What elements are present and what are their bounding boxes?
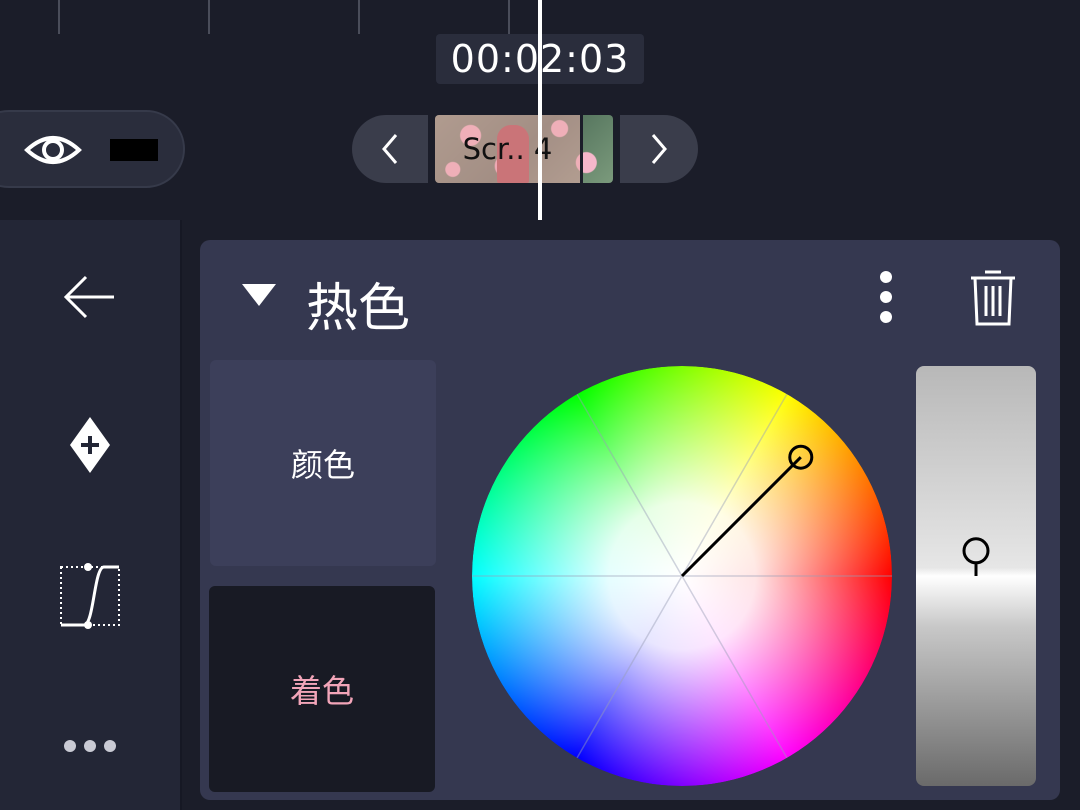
curve-icon (60, 563, 120, 629)
layer-color-swatch (110, 139, 158, 161)
back-button[interactable] (50, 257, 130, 337)
brightness-handle[interactable] (916, 366, 1036, 786)
color-wheel[interactable] (472, 366, 892, 786)
more-tools-button[interactable] (50, 706, 130, 786)
timeline-tick (58, 0, 60, 34)
brightness-slider[interactable] (916, 366, 1036, 786)
add-keyframe-icon (70, 417, 110, 473)
timeline-area[interactable]: 00:02:03 Scr.. 4 (0, 0, 1080, 220)
clip-thumbnail[interactable]: Scr.. 4 (435, 115, 613, 183)
chevron-left-icon (382, 134, 398, 164)
color-panel: 热色 颜色 着色 (200, 240, 1060, 800)
clip-label: Scr.. 4 (462, 132, 553, 166)
add-keyframe-button[interactable] (50, 405, 130, 485)
collapse-triangle-icon[interactable] (242, 284, 276, 306)
tab-tint[interactable]: 着色 (209, 586, 435, 792)
playhead[interactable] (538, 0, 542, 220)
timeline-tick (358, 0, 360, 34)
clip-separator (580, 115, 583, 183)
eye-icon (24, 136, 82, 164)
next-clip-button[interactable] (620, 115, 698, 183)
back-arrow-icon (63, 275, 114, 319)
chevron-right-icon (651, 134, 667, 164)
more-vertical-icon[interactable] (872, 270, 900, 324)
timeline-tick (208, 0, 210, 34)
tab-color[interactable]: 颜色 (210, 360, 436, 566)
tool-sidebar (0, 220, 180, 810)
sidebar-divider (180, 220, 182, 810)
panel-title: 热色 (306, 279, 411, 339)
trash-icon[interactable] (968, 266, 1018, 328)
curve-button[interactable] (50, 556, 130, 636)
visibility-toggle[interactable] (0, 110, 185, 188)
more-horizontal-icon (64, 740, 116, 752)
previous-clip-button[interactable] (352, 115, 428, 183)
timeline-tick (508, 0, 510, 34)
